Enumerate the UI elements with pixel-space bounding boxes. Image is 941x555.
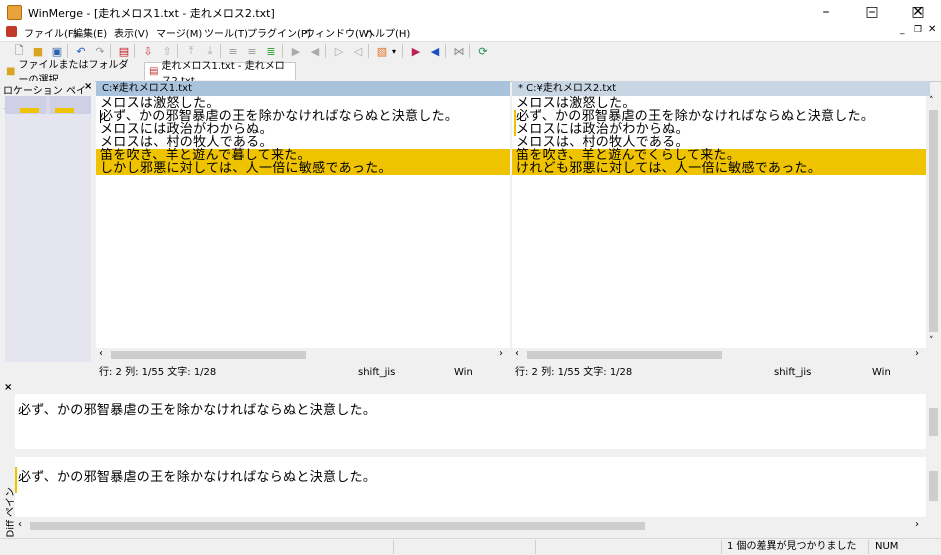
open-right-icon[interactable]: ◀: [427, 43, 443, 59]
scroll-right-icon[interactable]: ›: [915, 519, 919, 530]
right-horizontal-scrollbar[interactable]: ‹ ›: [512, 348, 941, 362]
copy-left-advance-icon[interactable]: ◁: [350, 43, 366, 59]
location-pane-close-icon[interactable]: ×: [84, 81, 92, 92]
options-icon[interactable]: ▧: [374, 43, 390, 59]
toolbar-separator: [368, 44, 369, 58]
menu-file[interactable]: ファイル(F): [24, 25, 78, 40]
left-line-6: しかし邪悪に対しては、人一倍に敏感であった。: [100, 161, 392, 176]
diff-top-line: 必ず、かの邪智暴虐の王を除かなければならぬと決意した。: [18, 403, 377, 418]
left-status-encoding: shift_jis: [358, 367, 396, 378]
location-diff-marker-right: [55, 108, 74, 113]
menu-tools[interactable]: ツール(T): [204, 25, 248, 40]
location-pane-header: ロケーション ペイン ×: [0, 81, 95, 112]
tab-compare[interactable]: ▤ 走れメロス1.txt - 走れメロス2.txt: [144, 61, 296, 87]
toolbar-separator: [469, 44, 470, 58]
copy-right-advance-icon[interactable]: ▷: [331, 43, 347, 59]
right-line-6: けれども邪悪に対しては、人一倍に敏感であった。: [516, 161, 822, 176]
diff-bottom-line: 必ず、かの邪智暴虐の王を除かなければならぬと決意した。: [18, 470, 377, 485]
menu-merge[interactable]: マージ(M): [156, 25, 202, 40]
left-status: 行: 2 列: 1/55 文字: 1/28 shift_jis Win: [96, 364, 510, 381]
toolbar-separator: [325, 44, 326, 58]
document-icon: [6, 26, 17, 37]
text-cursor: [100, 110, 101, 123]
left-status-position: 行: 2 列: 1/55 文字: 1/28: [99, 367, 217, 378]
tab-bar: ■ ファイルまたはフォルダーの選択... ▤ 走れメロス1.txt - 走れメロ…: [0, 60, 941, 87]
right-status: 行: 2 列: 1/55 文字: 1/28 shift_jis Win: [512, 364, 941, 381]
mdi-restore-icon[interactable]: ❐: [914, 25, 922, 35]
compare-doc-icon: ▤: [149, 66, 159, 77]
diff-horizontal-scrollbar[interactable]: ‹ ›: [15, 519, 941, 533]
diff-bottom-pane[interactable]: 必ず、かの邪智暴虐の王を除かなければならぬと決意した。: [15, 457, 926, 517]
menu-bar: ファイル(F) 編集(E) 表示(V) マージ(M) ツール(T) プラグイン(…: [0, 23, 941, 41]
location-map[interactable]: [5, 96, 91, 114]
left-pane-header: C:¥走れメロス1.txt: [96, 81, 510, 96]
menu-edit[interactable]: 編集(E): [73, 25, 107, 40]
menu-help[interactable]: ヘルプ(H): [365, 25, 410, 40]
restore-button[interactable]: □: [849, 0, 895, 23]
refresh-icon[interactable]: ⟳: [475, 43, 491, 59]
right-text-pane[interactable]: メロスは激怒した。 必ず、かの邪智暴虐の王を除かなければならぬと決意した。 メロ…: [512, 96, 926, 348]
menu-window[interactable]: ウィンドウ(W): [305, 25, 373, 40]
menu-view[interactable]: 表示(V): [114, 25, 149, 40]
right-change-marker: [514, 110, 516, 136]
right-status-encoding: shift_jis: [774, 367, 812, 378]
mdi-close-icon[interactable]: ✕: [928, 24, 936, 35]
toolbar: 🗋 ■ ▣ ↶ ↷ ▤ ⇩ ⇧ ⤒ ⤓ ≡ ≡ ≣ ▶ ◀ ▷ ◁ ▧ ▾ ▶ …: [0, 41, 941, 61]
title-bar: WinMerge - [走れメロス1.txt - 走れメロス2.txt] – □: [0, 0, 941, 24]
diff-pane-title-bar: Diff ペイン: [2, 391, 17, 538]
open-left-icon[interactable]: ▶: [408, 43, 424, 59]
scroll-left-icon[interactable]: ‹: [515, 348, 519, 359]
status-num-lock: NUM: [875, 541, 899, 552]
location-pane: ロケーション ペイン ×: [0, 81, 95, 381]
scroll-right-icon[interactable]: ›: [499, 348, 503, 359]
status-divider: [393, 540, 394, 554]
scroll-up-icon[interactable]: ˄: [929, 96, 934, 106]
left-scroll-thumb[interactable]: [111, 351, 306, 359]
location-diff-marker-left: [20, 108, 39, 113]
diff-top-pane[interactable]: 必ず、かの邪智暴虐の王を除かなければならぬと決意した。: [15, 394, 926, 449]
right-status-position: 行: 2 列: 1/55 文字: 1/28: [515, 367, 633, 378]
status-divider: [535, 540, 536, 554]
diff-bottom-scrollbar[interactable]: [926, 457, 941, 517]
location-map-body[interactable]: [5, 114, 91, 362]
close-button[interactable]: ✕: [895, 0, 941, 23]
winmerge-app-icon: [7, 5, 22, 20]
collapse-icon[interactable]: ⋈: [451, 43, 467, 59]
vertical-scrollbar[interactable]: ˄ ˅: [926, 96, 941, 348]
diff-bottom-scroll-thumb[interactable]: [929, 471, 938, 501]
right-status-eol: Win: [872, 367, 891, 378]
copy-left-icon[interactable]: ◀: [307, 43, 323, 59]
left-horizontal-scrollbar[interactable]: ‹ ›: [96, 348, 510, 362]
right-pane-header: * C:¥走れメロス2.txt: [512, 81, 930, 96]
left-status-eol: Win: [454, 367, 473, 378]
scroll-left-icon[interactable]: ‹: [18, 519, 22, 530]
chevron-down-icon[interactable]: ▾: [390, 43, 398, 59]
status-divider: [868, 540, 869, 554]
diff-scroll-thumb[interactable]: [30, 522, 645, 530]
right-scroll-thumb[interactable]: [527, 351, 722, 359]
window-title: WinMerge - [走れメロス1.txt - 走れメロス2.txt]: [28, 7, 275, 20]
diff-top-scroll-thumb[interactable]: [929, 408, 938, 436]
next-diff-icon[interactable]: ⇩: [140, 43, 156, 59]
tab-select-files[interactable]: ■ ファイルまたはフォルダーの選択...: [2, 60, 142, 86]
diff-pane: × Diff ペイン 必ず、かの邪智暴虐の王を除かなければならぬと決意した。 必…: [0, 381, 941, 538]
folder-icon: ■: [6, 65, 16, 77]
status-message: 1 個の差異が見つかりました: [727, 541, 857, 552]
scroll-left-icon[interactable]: ‹: [99, 348, 103, 359]
minimize-button-2[interactable]: –: [803, 0, 849, 23]
left-text-pane[interactable]: メロスは激怒した。 必ず、かの邪智暴虐の王を除かなければならぬと決意した。 メロ…: [96, 96, 510, 348]
status-bar: 1 個の差異が見つかりました NUM: [0, 538, 941, 555]
toolbar-separator: [445, 44, 446, 58]
status-divider: [721, 540, 722, 554]
diff-top-scrollbar[interactable]: [926, 394, 941, 449]
vertical-scroll-thumb[interactable]: [929, 110, 938, 332]
scroll-right-icon[interactable]: ›: [915, 348, 919, 359]
menu-plugins[interactable]: プラグイン(P): [247, 25, 311, 40]
toolbar-separator: [402, 44, 403, 58]
scroll-down-icon[interactable]: ˅: [929, 336, 934, 346]
mdi-minimize-icon[interactable]: _: [900, 25, 905, 35]
diff-bottom-change-marker: [15, 467, 17, 493]
